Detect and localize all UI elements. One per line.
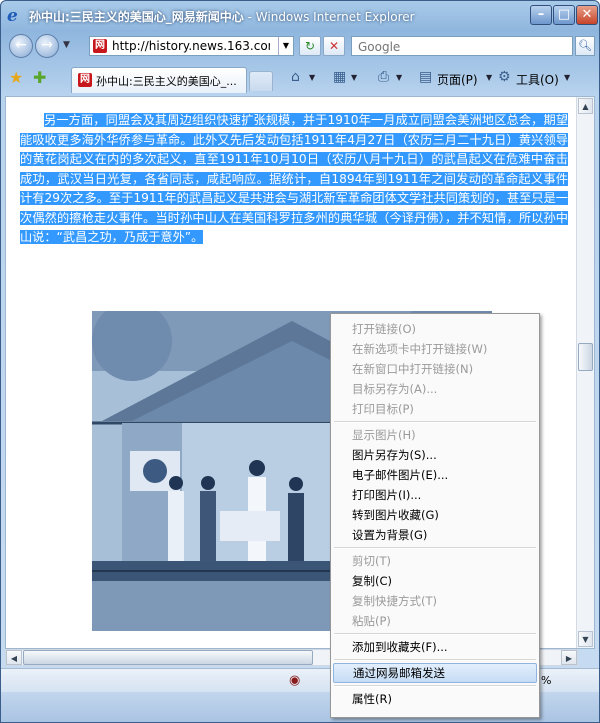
context-menu-item[interactable]: 图片另存为(S)...	[333, 445, 537, 465]
context-menu-item[interactable]: 设置为背景(G)	[333, 525, 537, 545]
feeds-icon[interactable]: ▦	[333, 69, 346, 85]
ie-logo-icon: e	[7, 6, 18, 26]
search-icon[interactable]: 🔍︎	[575, 36, 595, 56]
close-button[interactable]: ✕	[576, 5, 598, 25]
vertical-scroll-thumb[interactable]	[578, 343, 593, 371]
maximize-button[interactable]: □	[553, 5, 575, 25]
command-bar: ★ ✚ 网 孙中山:三民主义的美国心_... ⌂ ▼ ▦ ▼ ⎙ ▼ ▤ 页面(…	[1, 63, 599, 95]
stop-button[interactable]: ✕	[323, 36, 345, 56]
print-dropdown-icon[interactable]: ▼	[396, 73, 402, 82]
address-url[interactable]: http://history.news.163.com/08	[112, 39, 270, 53]
window-title: 孙中山:三民主义的美国心_网易新闻中心 - Windows Internet E…	[29, 10, 415, 24]
address-bar[interactable]: 网 http://history.news.163.com/08 ▼	[89, 36, 294, 56]
print-icon[interactable]: ⎙	[378, 69, 389, 85]
feeds-dropdown-icon[interactable]: ▼	[351, 73, 357, 82]
back-button[interactable]: ←	[9, 34, 33, 58]
context-menu-item[interactable]: 复制(C)	[333, 571, 537, 591]
home-icon[interactable]: ⌂	[291, 69, 300, 85]
scroll-down-icon[interactable]: ▼	[578, 631, 593, 647]
context-menu-item: 打印目标(P)	[352, 402, 414, 416]
zoom-level[interactable]: %	[541, 674, 551, 687]
context-menu-item: 粘贴(P)	[352, 614, 391, 628]
recent-pages-dropdown-icon[interactable]: ▼	[63, 40, 70, 50]
tab-label: 孙中山:三民主义的美国心_...	[96, 75, 237, 88]
vertical-scrollbar[interactable]: ▲ ▼	[576, 97, 594, 648]
context-menu-item: 目标另存为(A)...	[352, 382, 438, 396]
context-menu-item: 显示图片(H)	[352, 428, 416, 442]
scroll-up-icon[interactable]: ▲	[578, 98, 593, 114]
context-menu-separator	[334, 633, 536, 635]
page-dropdown-icon[interactable]: ▼	[486, 73, 492, 82]
page-icon[interactable]: ▤	[419, 69, 432, 85]
context-menu-item: 复制快捷方式(T)	[352, 594, 437, 608]
context-menu-separator	[334, 659, 536, 661]
new-tab-button[interactable]	[249, 71, 273, 91]
refresh-button[interactable]: ↻	[299, 36, 321, 56]
site-favicon-icon: 网	[93, 39, 107, 53]
title-bar[interactable]: e 孙中山:三民主义的美国心_网易新闻中心 - Windows Internet…	[1, 1, 599, 31]
context-menu-item[interactable]: 打印图片(I)...	[333, 485, 537, 505]
add-favorites-icon[interactable]: ✚	[33, 68, 46, 87]
article-paragraph[interactable]: 另一方面，同盟会及其周边组织快速扩张规模，并于1910年一月成立同盟会美洲地区总…	[20, 111, 568, 248]
context-menu-item: 在新选项卡中打开链接(W)	[352, 342, 488, 356]
context-menu-item[interactable]: 电子邮件图片(E)...	[333, 465, 537, 485]
scroll-right-icon[interactable]: ▶	[561, 650, 577, 665]
forward-button[interactable]: →	[35, 34, 59, 58]
home-dropdown-icon[interactable]: ▼	[309, 73, 315, 82]
navigation-bar: ← → ▼ 网 http://history.news.163.com/08 ▼…	[1, 31, 599, 63]
horizontal-scroll-thumb[interactable]	[23, 650, 313, 665]
security-status-icon[interactable]: ◉	[289, 673, 300, 688]
context-menu-item[interactable]: 通过网易邮箱发送	[333, 663, 537, 683]
context-menu-item: 在新窗口中打开链接(N)	[352, 362, 474, 376]
context-menu-item: 剪切(T)	[352, 554, 391, 568]
context-menu-item: 打开链接(O)	[352, 322, 417, 336]
tools-gear-icon[interactable]: ⚙	[498, 69, 511, 85]
tab-favicon-icon: 网	[78, 73, 92, 87]
context-menu: 打开链接(O) 在新选项卡中打开链接(W) 在新窗口中打开链接(N) 目标另存为(A)…	[330, 313, 540, 718]
address-dropdown-icon[interactable]: ▼	[278, 37, 293, 55]
minimize-button[interactable]: –	[530, 5, 552, 25]
context-menu-separator	[334, 685, 536, 687]
scroll-left-icon[interactable]: ◀	[6, 650, 22, 665]
context-menu-item[interactable]: 属性(R)	[333, 689, 537, 709]
search-box[interactable]	[351, 36, 573, 56]
context-menu-separator	[334, 547, 536, 549]
context-menu-item[interactable]: 添加到收藏夹(F)...	[333, 637, 537, 657]
page-menu[interactable]: 页面(P)	[437, 71, 478, 88]
search-input[interactable]	[356, 38, 560, 56]
selected-text[interactable]: 另一方面，同盟会及其周边组织快速扩张规模，并于1910年一月成立同盟会美洲地区总…	[20, 113, 568, 244]
tab-active[interactable]: 网 孙中山:三民主义的美国心_...	[71, 67, 247, 93]
tools-menu[interactable]: 工具(O)	[516, 71, 559, 88]
tools-dropdown-icon[interactable]: ▼	[564, 73, 570, 82]
favorites-star-icon[interactable]: ★	[9, 68, 23, 87]
context-menu-separator	[334, 421, 536, 423]
context-menu-item[interactable]: 转到图片收藏(G)	[333, 505, 537, 525]
